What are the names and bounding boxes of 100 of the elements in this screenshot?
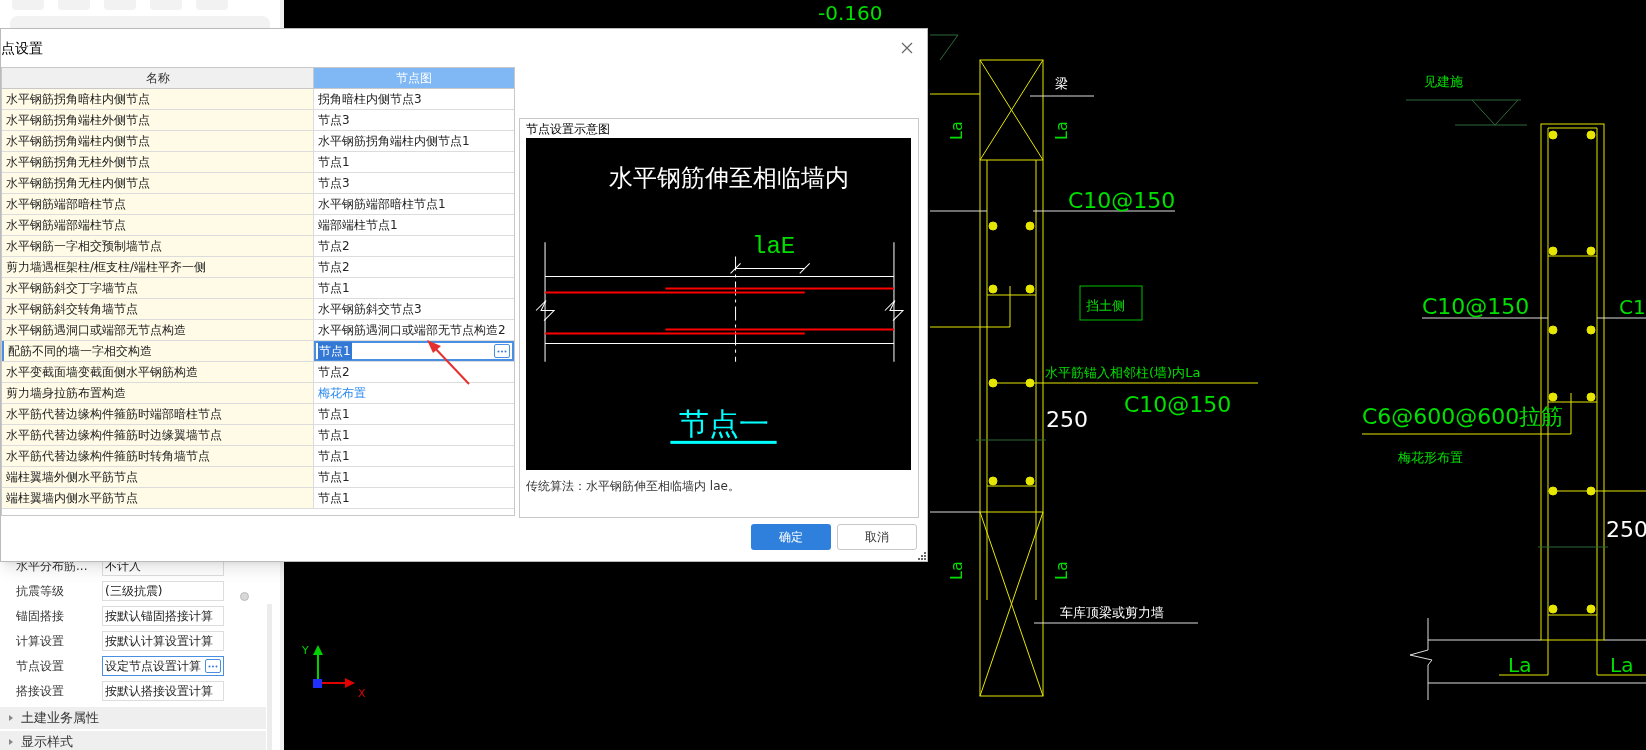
table-cell-text: 节点3	[317, 112, 351, 129]
field-value: 设定节点设置计算	[105, 658, 201, 675]
resize-grip-icon	[918, 552, 926, 560]
property-label: 计算设置	[16, 633, 65, 650]
table-cell-text: 节点1	[317, 469, 351, 486]
table-cell: 剪力墙遇框架柱/框支柱/端柱平齐一侧	[2, 257, 314, 277]
table-cell: 水平筋代替边缘构件箍筋时端部暗柱节点	[2, 404, 314, 424]
table-cell-text: 节点1	[317, 280, 351, 297]
ellipsis-icon	[208, 664, 218, 668]
table-cell-text: 节点1	[317, 490, 351, 507]
table-cell: 水平钢筋斜交转角墙节点	[2, 299, 314, 319]
drawing-label: C10@150	[1124, 392, 1232, 417]
column-header: 节点图	[314, 68, 514, 88]
drawing-label: 梁	[1055, 76, 1068, 91]
drawing-label: La	[1052, 121, 1071, 140]
table-cell-text: 拐角暗柱内侧节点3	[317, 91, 423, 108]
more-button[interactable]	[494, 344, 510, 358]
panel-title: 节点设置示意图	[526, 121, 611, 138]
table-cell: 水平钢筋一字相交预制墙节点	[2, 236, 314, 256]
property-label: 节点设置	[16, 658, 65, 675]
drawing-label: 车库顶梁或剪力墙	[1060, 605, 1164, 620]
drawing-label: La	[947, 561, 966, 580]
drawing-label: 见建施	[1424, 74, 1463, 89]
property-label: 搭接设置	[16, 683, 65, 700]
table-cell: 水平筋代替边缘构件箍筋时转角墙节点	[2, 446, 314, 466]
ellipsis-icon	[497, 349, 507, 353]
link-cell[interactable]: 梅花布置	[314, 383, 514, 403]
label-frame	[1079, 285, 1143, 321]
table-cell: 水平钢筋遇洞口或端部无节点构造	[2, 320, 314, 340]
table-cell-text: 节点2	[317, 364, 351, 381]
table-cell-text: 节点2	[317, 259, 351, 276]
table-cell: 水平钢筋拐角端柱内侧节点	[2, 131, 314, 151]
property-field[interactable]: 按默认计算设置计算	[102, 631, 224, 651]
cancel-button[interactable]: 取消	[837, 524, 917, 550]
table-cell-text: 节点2	[317, 238, 351, 255]
drawing-label: La	[1508, 653, 1532, 677]
table-cell: 水平钢筋端部端柱节点	[2, 215, 314, 235]
property-field[interactable]: 按默认锚固搭接计算	[102, 606, 224, 626]
table-cell-text: 节点1	[317, 154, 351, 171]
group-header[interactable]: 土建业务属性	[0, 707, 266, 729]
table-cell: 水平变截面墙变截面侧水平钢筋构造	[2, 362, 314, 382]
level-marker-icon	[929, 34, 959, 61]
table-cell-text: 水平钢筋斜交节点3	[317, 301, 423, 318]
table-cell: 端柱翼墙外侧水平筋节点	[2, 467, 314, 487]
dialog-title: 点设置	[1, 38, 43, 58]
drawing-label: C10@150	[1422, 294, 1530, 319]
drawing-label: 250	[1606, 517, 1646, 542]
group-header[interactable]: 显示样式	[0, 731, 266, 750]
drawing-label: 250	[1046, 407, 1088, 432]
drawing-label: C6@600@600拉筋	[1362, 404, 1564, 429]
table-cell-text: 端部端柱节点1	[317, 217, 399, 234]
property-field[interactable]: (三级抗震)	[102, 581, 224, 601]
table-cell-text: 节点3	[317, 175, 351, 192]
selected-text: 节点1	[318, 342, 352, 360]
drawing-label: 梅花形布置	[1398, 450, 1463, 465]
drawing-label: C1	[1619, 295, 1646, 319]
circle-icon	[240, 592, 249, 601]
close-icon	[901, 42, 913, 54]
drawing-label: La	[1610, 653, 1634, 677]
description-text: 传统算法：水平钢筋伸至相临墙内 lae。	[526, 478, 741, 494]
drawing-label: La	[1052, 561, 1071, 580]
drawing-label: 挡土侧	[1086, 298, 1125, 313]
level-marker-icon	[1405, 99, 1528, 126]
table-cell: 水平钢筋拐角端柱外侧节点	[2, 110, 314, 130]
table-cell-text: 水平钢筋拐角端柱内侧节点1	[317, 133, 471, 150]
annotation-arrow	[425, 338, 471, 386]
table-cell-text: 节点1	[317, 427, 351, 444]
table-cell: 水平钢筋斜交丁字墙节点	[2, 278, 314, 298]
column-header: 名称	[2, 68, 314, 88]
property-field[interactable]: 设定节点设置计算	[102, 656, 224, 676]
table-cell: 端柱翼墙内侧水平筋节点	[2, 488, 314, 508]
diagram-caption: 节点一	[678, 405, 769, 441]
confirm-button[interactable]: 确定	[751, 524, 831, 550]
value-field[interactable]: 节点1	[314, 341, 514, 361]
drawing-label: La	[947, 121, 966, 140]
table-cell: 水平钢筋端部暗柱节点	[2, 194, 314, 214]
drawing-label: -0.160	[818, 1, 883, 25]
table-cell: 水平钢筋拐角无柱外侧节点	[2, 152, 314, 172]
table-cell: 剪力墙身拉筋布置构造	[2, 383, 314, 403]
table-cell: 水平钢筋拐角暗柱内侧节点	[2, 89, 314, 109]
axis-indicator-icon	[313, 645, 355, 688]
drawing-label: 水平筋锚入相邻柱(墙)内La	[1045, 365, 1201, 380]
dimension-label: laE	[752, 233, 796, 261]
axis-label: X	[358, 687, 366, 700]
diagram-heading: 水平钢筋伸至相临墙内	[608, 164, 849, 193]
table-cell-text: 节点1	[317, 406, 351, 423]
drawing-label: C10@150	[1068, 188, 1176, 213]
table-cell: 水平钢筋拐角无柱内侧节点	[2, 173, 314, 193]
table-cell: 水平筋代替边缘构件箍筋时边缘翼墙节点	[2, 425, 314, 445]
property-label: 锚固搭接	[16, 608, 65, 625]
more-button[interactable]	[205, 659, 221, 673]
group-label: 土建业务属性	[21, 709, 99, 728]
axis-label: Y	[302, 644, 309, 657]
table-cell-text: 水平钢筋端部暗柱节点1	[317, 196, 447, 213]
group-label: 显示样式	[21, 733, 73, 750]
table-cell-text: 节点1	[317, 448, 351, 465]
table-cell: 配筋不同的墙一字相交构造	[2, 341, 314, 361]
property-label: 抗震等级	[16, 583, 65, 600]
property-field[interactable]: 按默认搭接设置计算	[102, 681, 224, 701]
table-cell-text: 水平钢筋遇洞口或端部无节点构造2	[317, 322, 507, 339]
